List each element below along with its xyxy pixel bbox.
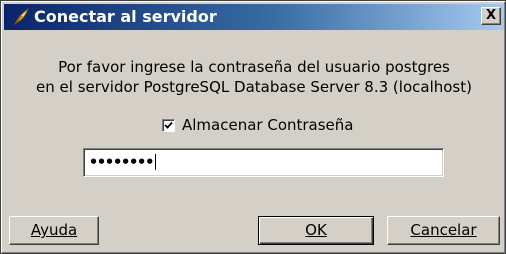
store-password-option[interactable]: Almacenar Contraseña xyxy=(162,115,353,135)
store-password-label: Almacenar Contraseña xyxy=(182,116,354,134)
text-caret xyxy=(155,154,157,170)
checkmark-icon xyxy=(164,121,173,129)
title-bar[interactable]: Conectar al servidor X xyxy=(4,4,504,30)
cancel-button[interactable]: Cancelar xyxy=(387,216,500,245)
app-icon xyxy=(12,7,30,26)
prompt-line-1: Por favor ingrese la contraseña del usua… xyxy=(58,58,450,76)
ok-button[interactable]: OK xyxy=(258,216,374,245)
close-button[interactable]: X xyxy=(481,7,501,25)
store-password-checkbox[interactable] xyxy=(162,118,175,132)
help-button[interactable]: Ayuda xyxy=(9,216,99,245)
password-field[interactable]: •••••••• xyxy=(83,148,444,177)
connect-dialog: Conectar al servidor X Por favor ingrese… xyxy=(0,0,506,254)
close-icon: X xyxy=(485,8,497,23)
prompt-message: Por favor ingrese la contraseña del usua… xyxy=(1,57,506,97)
password-value: •••••••• xyxy=(89,154,157,171)
prompt-line-2: en el servidor PostgreSQL Database Serve… xyxy=(36,78,472,96)
dialog-title: Conectar al servidor xyxy=(34,7,217,26)
